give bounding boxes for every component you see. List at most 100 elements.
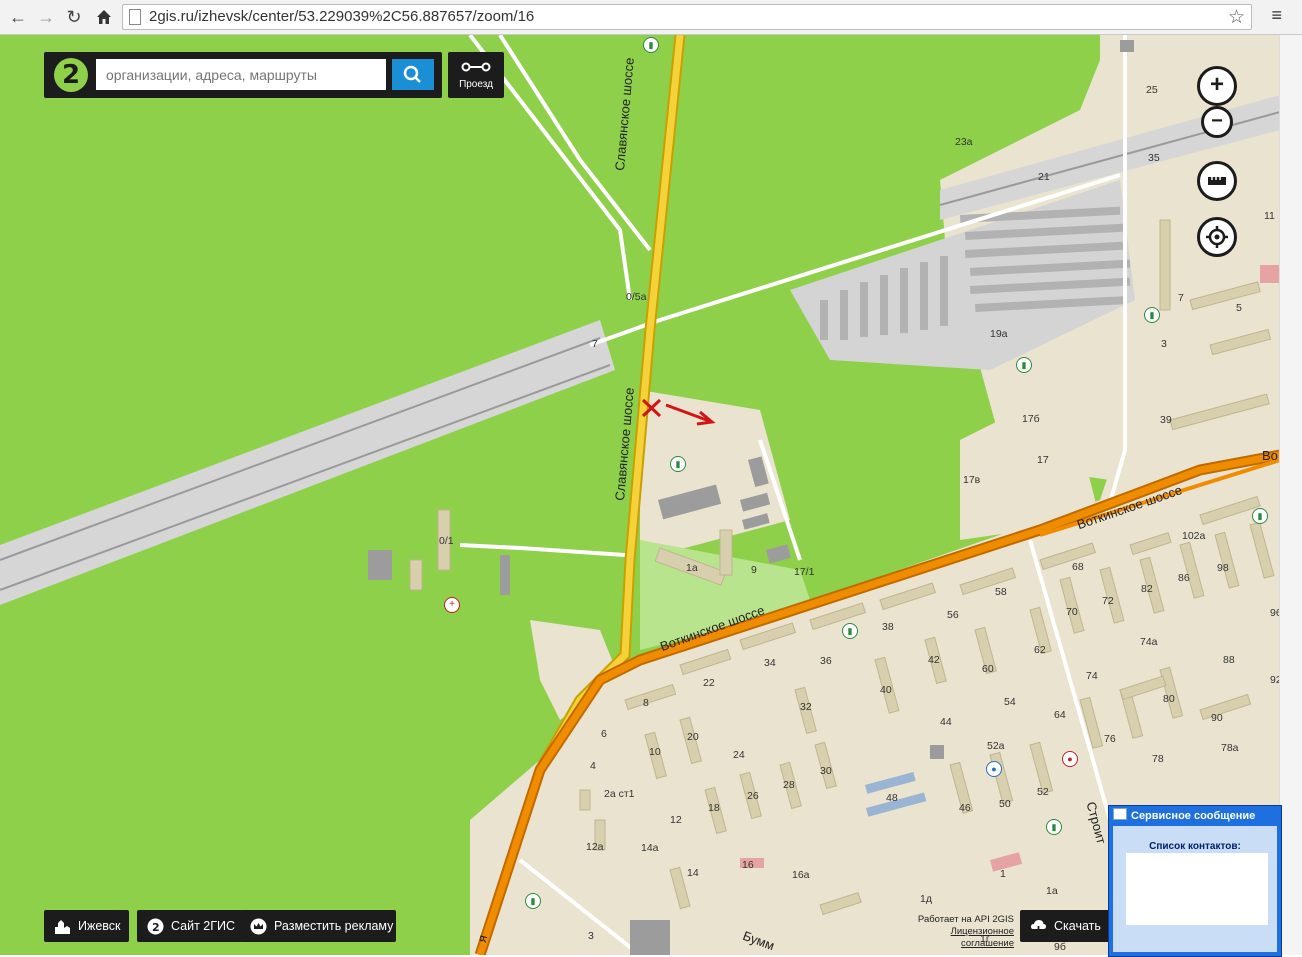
house-number: 102а <box>1182 530 1206 542</box>
service-message-window[interactable]: Сервисное сообщение Список контактов: <box>1108 805 1282 957</box>
house-number: 72 <box>1102 595 1114 607</box>
search-icon <box>403 65 421 83</box>
house-number: 60 <box>982 663 994 675</box>
menu-icon[interactable]: ≡ <box>1271 5 1282 26</box>
scrollbar[interactable] <box>1279 35 1302 955</box>
download-button[interactable]: Скачать <box>1020 910 1110 942</box>
gas-station-icon[interactable]: ▮ <box>670 456 686 472</box>
house-number: 30 <box>820 765 832 777</box>
house-number: 10 <box>649 746 661 758</box>
reload-icon[interactable]: ↻ <box>62 5 86 29</box>
poi-icon[interactable]: ● <box>1062 751 1078 767</box>
search-panel: 2 <box>44 52 442 98</box>
house-number: 70 <box>1066 606 1078 618</box>
house-number: 78а <box>1221 742 1239 754</box>
hospital-icon[interactable]: + <box>444 597 460 613</box>
search-input[interactable] <box>96 59 386 90</box>
house-number: 80 <box>1163 693 1175 705</box>
crown-icon <box>250 918 267 935</box>
window-icon <box>1113 808 1127 820</box>
gas-station-icon[interactable]: ▮ <box>525 893 541 909</box>
house-number: 74а <box>1140 636 1158 648</box>
house-number: 74 <box>1086 670 1098 682</box>
route-icon <box>461 62 491 72</box>
page-icon <box>129 9 141 25</box>
route-button[interactable]: Проезд <box>448 52 504 98</box>
house-number: 17в <box>963 474 981 486</box>
house-number: 46 <box>959 802 971 814</box>
house-number: 11 <box>1264 210 1275 222</box>
house-number: 50 <box>999 798 1011 810</box>
house-number: 52а <box>987 740 1005 752</box>
gas-station-icon[interactable]: ▮ <box>1046 819 1062 835</box>
zoom-out-button[interactable]: − <box>1201 106 1233 138</box>
license-link[interactable]: Лицензионное соглашение <box>896 926 1014 950</box>
house-number: 0/5а <box>626 291 647 303</box>
house-number: 3 <box>1161 338 1167 350</box>
house-number: 14 <box>687 867 699 879</box>
site-label: Сайт 2ГИС <box>171 919 236 933</box>
house-number: 34 <box>764 657 776 669</box>
house-number: 98 <box>1217 562 1229 574</box>
home-icon[interactable] <box>92 5 116 29</box>
house-number: 28 <box>783 779 795 791</box>
gas-station-icon[interactable]: ▮ <box>643 37 659 53</box>
house-number: 64 <box>1054 709 1066 721</box>
route-label: Проезд <box>459 79 493 90</box>
browser-toolbar: ← → ↻ 2gis.ru/izhevsk/center/53.229039%2… <box>0 0 1302 35</box>
forward-arrow-icon[interactable]: → <box>34 5 58 29</box>
url-text: 2gis.ru/izhevsk/center/53.229039%2C56.88… <box>149 8 535 25</box>
house-number: 17 <box>1037 454 1049 466</box>
city-icon <box>55 920 70 934</box>
house-number: 7 <box>1178 292 1184 304</box>
svg-text:2: 2 <box>152 921 160 934</box>
gas-station-icon[interactable]: ▮ <box>1016 357 1032 373</box>
gas-station-icon[interactable]: ▮ <box>842 623 858 639</box>
house-number: 8 <box>643 697 649 709</box>
bank-icon[interactable]: ● <box>986 761 1002 777</box>
house-number: 56 <box>947 609 959 621</box>
api-works-text: Работает на API 2GIS <box>917 914 1014 925</box>
2gis-logo-icon[interactable]: 2 <box>54 58 88 92</box>
house-number: 26 <box>747 790 759 802</box>
house-number: 82 <box>1141 583 1153 595</box>
map-canvas[interactable]: Славянское шоссе Славянское шоссе Воткин… <box>0 35 1280 955</box>
site-button[interactable]: 2 Сайт 2ГИС <box>137 910 242 942</box>
city-label: Ижевск <box>78 919 121 933</box>
house-number: 39 <box>1160 414 1172 426</box>
download-cloud-icon <box>1031 920 1046 935</box>
house-number: 1а <box>1046 885 1058 897</box>
service-window-body: Список контактов: <box>1113 826 1277 952</box>
house-number: 1а <box>686 562 698 574</box>
address-bar[interactable]: 2gis.ru/izhevsk/center/53.229039%2C56.88… <box>122 4 1252 30</box>
back-arrow-icon[interactable]: ← <box>6 5 30 29</box>
house-number: 14а <box>641 842 659 854</box>
locate-icon <box>1206 226 1228 248</box>
house-number: 3 <box>588 930 594 942</box>
house-number: 19а <box>990 328 1008 340</box>
house-number: 12 <box>670 814 682 826</box>
house-number: 24 <box>733 749 745 761</box>
house-number: 40 <box>880 684 892 696</box>
locate-button[interactable] <box>1197 217 1237 257</box>
ads-button[interactable]: Разместить рекламу <box>240 910 396 942</box>
ruler-button[interactable] <box>1197 161 1237 201</box>
service-window-title: Сервисное сообщение <box>1113 808 1279 822</box>
house-number: 23а <box>955 136 973 148</box>
zoom-in-button[interactable]: + <box>1197 66 1237 106</box>
house-number: 2а ст1 <box>604 788 635 800</box>
house-number: 38 <box>882 621 894 633</box>
contacts-list[interactable] <box>1126 853 1268 925</box>
gas-station-icon[interactable]: ▮ <box>1252 508 1268 524</box>
house-numbers: 25 23а 21 35 11 7 5 3 19а 0/5а 7 17б 39 … <box>0 35 1280 955</box>
city-button[interactable]: Ижевск <box>44 910 129 942</box>
house-number: 54 <box>1004 696 1016 708</box>
house-number: 32 <box>800 701 812 713</box>
house-number: 68 <box>1072 561 1084 573</box>
search-button[interactable] <box>392 59 434 90</box>
house-number: 62 <box>1034 644 1046 656</box>
house-number: 86 <box>1178 572 1190 584</box>
bookmark-star-icon[interactable]: ☆ <box>1228 6 1245 29</box>
gas-station-icon[interactable]: ▮ <box>1144 307 1160 323</box>
2gis-site-icon: 2 <box>147 918 164 935</box>
